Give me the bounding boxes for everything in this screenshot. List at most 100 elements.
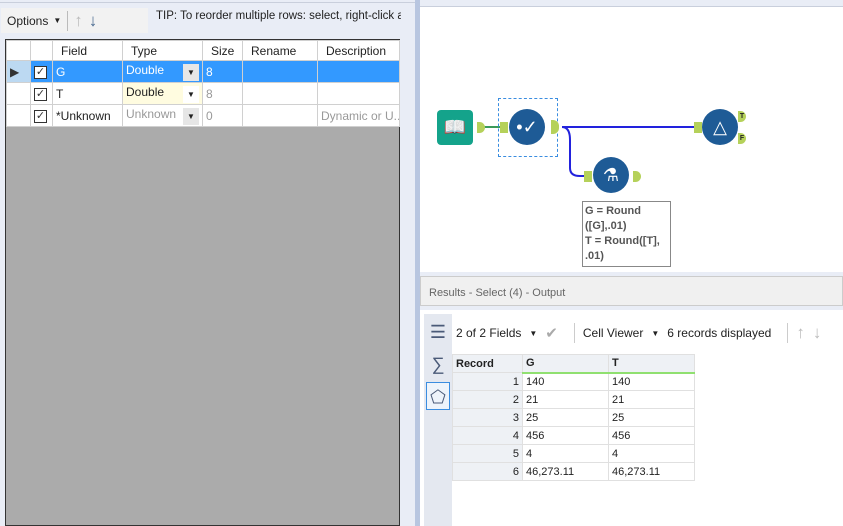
annotation-line: .01): [585, 250, 604, 262]
rename-cell[interactable]: [242, 60, 318, 83]
type-select[interactable]: Double ▼: [122, 82, 203, 105]
cell-g[interactable]: 46,273.11: [522, 462, 609, 481]
table-row[interactable]: ✓ *Unknown Unknown ▼ 0 Dynamic or U...: [6, 104, 400, 127]
cell-g[interactable]: 4: [522, 444, 609, 463]
cell-g[interactable]: 25: [522, 408, 609, 427]
cell-t[interactable]: 140: [608, 372, 695, 391]
row-selector[interactable]: [6, 104, 31, 127]
checkbox-header: [30, 40, 53, 61]
table-row[interactable]: 4 456 456: [452, 426, 695, 445]
select-config-panel: Options ▼ ↑ ↓ TIP: To reorder multiple ro…: [0, 0, 415, 526]
results-title: Results - Select (4) - Output: [429, 287, 566, 299]
tip-text: TIP: To reorder multiple rows: select, r…: [156, 10, 401, 22]
header-g[interactable]: G: [522, 354, 609, 374]
cell-t[interactable]: 4: [608, 444, 695, 463]
header-field[interactable]: Field: [52, 40, 123, 61]
rename-cell[interactable]: [242, 104, 318, 127]
caret-down-icon[interactable]: ▼: [651, 329, 659, 338]
field-checkbox[interactable]: ✓: [34, 110, 47, 123]
toolbar-separator: [67, 10, 69, 31]
panel-top-border: [0, 0, 415, 3]
options-label: Options: [7, 13, 49, 28]
record-number: 5: [452, 444, 523, 463]
input-anchor[interactable]: [500, 122, 508, 133]
field-checkbox[interactable]: ✓: [34, 88, 47, 101]
input-anchor[interactable]: [694, 122, 702, 133]
caret-down-icon: ▼: [53, 16, 62, 25]
input-anchor[interactable]: [584, 171, 592, 182]
size-cell[interactable]: 8: [202, 60, 243, 83]
select-tool-icon[interactable]: •✓: [509, 109, 545, 145]
table-row[interactable]: 3 25 25: [452, 408, 695, 427]
fields-dropdown[interactable]: 2 of 2 Fields: [456, 326, 521, 340]
header-t[interactable]: T: [608, 354, 695, 374]
field-grid: Field Type Size Rename Description ▶ ✓ G…: [5, 39, 400, 526]
checkmark-icon[interactable]: ✔: [545, 324, 558, 342]
toolbar-separator: [573, 323, 575, 343]
type-select[interactable]: Unknown ▼: [122, 104, 203, 127]
arrow-down-icon[interactable]: ↓: [813, 323, 822, 343]
field-name[interactable]: T: [52, 82, 123, 105]
input-data-tool-icon[interactable]: 📖: [437, 110, 473, 145]
results-header-row: Record G T: [452, 354, 695, 374]
dropdown-arrow-icon[interactable]: ▼: [183, 63, 199, 81]
results-toolbar: 2 of 2 Fields ▼ ✔ Cell Viewer ▼ 6 record…: [456, 318, 843, 348]
cell-t[interactable]: 46,273.11: [608, 462, 695, 481]
arrow-up-icon[interactable]: ↑: [74, 11, 83, 31]
dropdown-arrow-icon[interactable]: ▼: [183, 107, 199, 125]
size-cell[interactable]: 8: [202, 82, 243, 105]
arrow-up-icon[interactable]: ↑: [796, 323, 805, 343]
record-number: 4: [452, 426, 523, 445]
description-cell[interactable]: [317, 60, 400, 83]
caret-down-icon[interactable]: ▼: [529, 329, 537, 338]
header-size[interactable]: Size: [202, 40, 243, 61]
dropdown-arrow-icon[interactable]: ▼: [183, 85, 199, 103]
row-selector-icon[interactable]: ▶: [6, 60, 31, 83]
arrow-down-icon[interactable]: ↓: [89, 11, 98, 31]
formula-tool-icon[interactable]: ⚗: [593, 157, 629, 193]
results-sidebar: ☰ ∑ ⬠: [424, 314, 452, 526]
toolbar-separator: [787, 323, 789, 343]
table-row[interactable]: ▶ ✓ G Double ▼ 8: [6, 60, 400, 83]
header-type[interactable]: Type: [122, 40, 203, 61]
field-checkbox[interactable]: ✓: [34, 66, 47, 79]
type-value: Double: [126, 62, 165, 77]
rename-cell[interactable]: [242, 82, 318, 105]
description-cell[interactable]: [317, 82, 400, 105]
field-name[interactable]: G: [52, 60, 123, 83]
table-row[interactable]: 544: [452, 444, 695, 463]
sum-icon[interactable]: ∑: [426, 350, 450, 378]
select-toolbar: Options ▼ ↑ ↓: [1, 8, 148, 33]
record-number: 2: [452, 390, 523, 409]
row-selector[interactable]: [6, 82, 31, 105]
cell-t[interactable]: 25: [608, 408, 695, 427]
size-cell[interactable]: 0: [202, 104, 243, 127]
header-rename[interactable]: Rename: [242, 40, 318, 61]
cell-g[interactable]: 456: [522, 426, 609, 445]
row-header-corner: [6, 40, 31, 61]
table-row[interactable]: 1 140 140: [452, 372, 695, 391]
table-row[interactable]: ✓ T Double ▼ 8: [6, 82, 400, 105]
record-number: 1: [452, 372, 523, 391]
type-select[interactable]: Double ▼: [122, 60, 203, 83]
formula-annotation: G = Round ([G],.01) T = Round([T], .01): [582, 201, 671, 267]
annotation-line: T = Round([T],: [585, 235, 660, 247]
type-value: Double: [126, 84, 165, 99]
table-row[interactable]: 2 21 21: [452, 390, 695, 409]
cell-g[interactable]: 140: [522, 372, 609, 391]
description-cell[interactable]: Dynamic or U...: [317, 104, 400, 127]
cell-g[interactable]: 21: [522, 390, 609, 409]
record-number: 6: [452, 462, 523, 481]
table-row[interactable]: 6 46,273.11 46,273.11: [452, 462, 695, 481]
cell-t[interactable]: 21: [608, 390, 695, 409]
table-view-icon[interactable]: ☰: [426, 318, 450, 346]
cell-t[interactable]: 456: [608, 426, 695, 445]
options-dropdown[interactable]: Options ▼: [1, 14, 61, 28]
header-record[interactable]: Record: [452, 354, 523, 373]
header-description[interactable]: Description: [317, 40, 400, 61]
field-name[interactable]: *Unknown: [52, 104, 123, 127]
output-anchor-icon[interactable]: ⬠: [426, 382, 450, 410]
cell-viewer-dropdown[interactable]: Cell Viewer: [583, 326, 643, 340]
type-value: Unknown: [126, 106, 177, 121]
filter-tool-icon[interactable]: △: [702, 109, 738, 145]
